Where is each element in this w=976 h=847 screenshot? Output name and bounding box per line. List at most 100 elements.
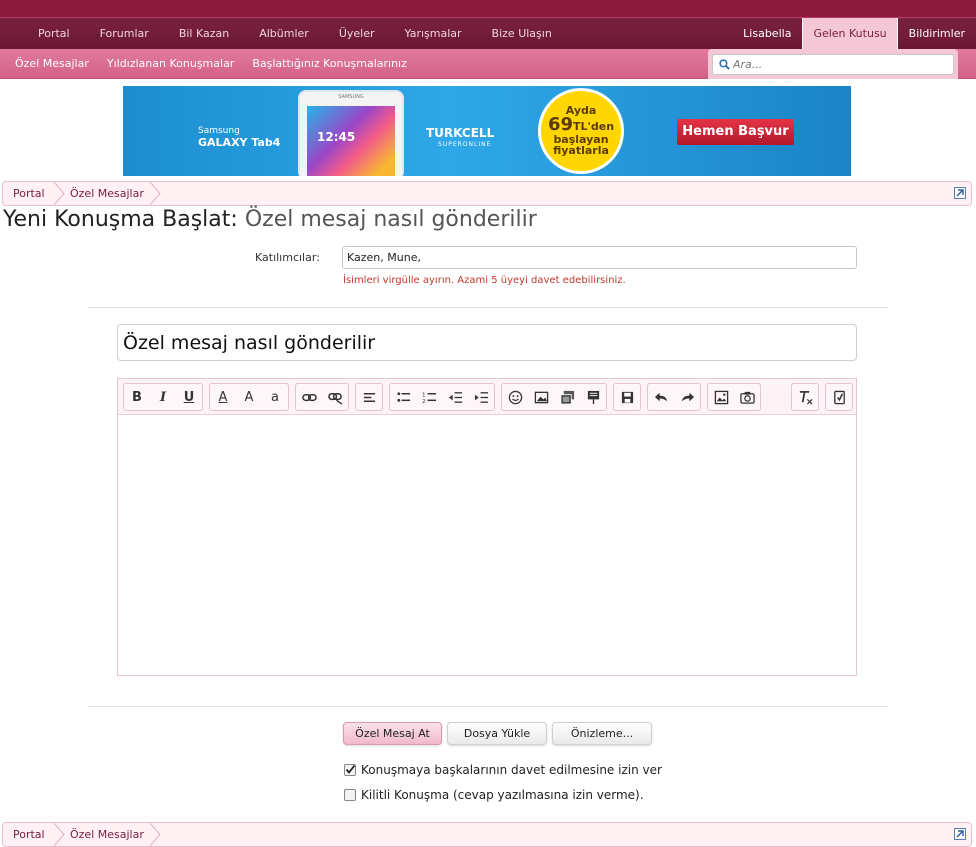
font-family-button[interactable]: a: [262, 384, 288, 410]
allow-invite-checkbox[interactable]: [344, 764, 356, 776]
remove-format-button[interactable]: [792, 384, 818, 410]
operator-name: TURKCELL: [426, 126, 495, 140]
banner-brand-line2: GALAXY Tab4: [198, 136, 281, 149]
tablet-label: SAMSUNG: [338, 94, 364, 100]
indent-button[interactable]: [468, 384, 494, 410]
nav-tab-members[interactable]: Üyeler: [324, 18, 390, 50]
participants-input[interactable]: [342, 246, 857, 269]
promo-line4: fiyatlarla: [553, 144, 609, 157]
lock-conversation-option[interactable]: Kilitli Konuşma (cevap yazılmasına izin …: [344, 788, 644, 802]
save-draft-button[interactable]: [614, 384, 640, 410]
user-menu[interactable]: Lisabella: [732, 18, 802, 50]
tablet-image: SAMSUNG 12:45: [298, 90, 404, 176]
nav-tab-portal[interactable]: Portal: [23, 18, 85, 50]
code-button[interactable]: [580, 384, 606, 410]
unlink-button[interactable]: [322, 384, 348, 410]
indent-icon: [474, 391, 488, 403]
font-size-button[interactable]: A: [236, 384, 262, 410]
source-mode-button[interactable]: [826, 384, 852, 410]
nav-tab-contests[interactable]: Yarışmalar: [390, 18, 477, 50]
form-actions: Özel Mesaj At Dosya Yükle Önizleme...: [343, 722, 657, 745]
editor-toolbar: B I U A A a 12: [118, 379, 856, 415]
gallery-icon: [714, 390, 728, 404]
divider: [88, 706, 888, 707]
toolbar-group-insert: [501, 383, 607, 411]
undo-button[interactable]: [648, 384, 674, 410]
nav-tab-forums[interactable]: Forumlar: [85, 18, 164, 50]
jump-to-icon[interactable]: [954, 187, 966, 199]
subnav-started-conversations[interactable]: Başlattığınız Konuşmalarınız: [243, 49, 416, 78]
allow-invite-option[interactable]: Konuşmaya başkalarının davet edilmesine …: [344, 763, 662, 777]
banner-brand-line1: Samsung: [198, 126, 240, 136]
underline-button[interactable]: U: [176, 384, 202, 410]
inbox-tab[interactable]: Gelen Kutusu: [802, 18, 898, 50]
send-message-button[interactable]: Özel Mesaj At: [343, 722, 442, 745]
toggle-source-icon: [833, 390, 845, 404]
unlink-icon: [327, 392, 342, 405]
toolbar-group-history: [647, 383, 701, 411]
banner-operator: TURKCELL SUPERONLINE: [426, 126, 495, 150]
nav-tab-quiz[interactable]: Bil Kazan: [164, 18, 244, 50]
banner-cta-button[interactable]: Hemen Başvur: [677, 119, 794, 145]
lock-conversation-label: Kilitli Konuşma (cevap yazılmasına izin …: [361, 788, 644, 802]
italic-button[interactable]: I: [150, 384, 176, 410]
tablet-screen: 12:45: [307, 106, 395, 176]
preview-button[interactable]: Önizleme...: [552, 722, 652, 745]
svg-text:1: 1: [422, 392, 426, 398]
page-title-main: Yeni Konuşma Başlat:: [3, 207, 238, 232]
media-button[interactable]: [554, 384, 580, 410]
outdent-icon: [448, 391, 462, 403]
message-body[interactable]: [124, 423, 850, 668]
promo-badge: Ayda 69TL'den başlayan fiyatlarla: [538, 88, 624, 174]
allow-invite-label: Konuşmaya başkalarının davet edilmesine …: [361, 763, 662, 777]
nav-tab-contact[interactable]: Bize Ulaşın: [477, 18, 567, 50]
toolbar-group-style: B I U: [123, 383, 203, 411]
banner-brand: Samsung GALAXY Tab4: [198, 126, 280, 150]
image-icon: [534, 391, 548, 403]
numbered-list-icon: 12: [422, 392, 436, 405]
font-color-button[interactable]: A: [210, 384, 236, 410]
divider: [88, 307, 888, 308]
jump-to-icon[interactable]: [954, 828, 966, 840]
link-button[interactable]: [296, 384, 322, 410]
advertisement-banner[interactable]: Samsung GALAXY Tab4 SAMSUNG 12:45 TURKCE…: [123, 86, 851, 176]
toolbar-group-source: [825, 383, 853, 411]
toolbar-group-align: [355, 383, 383, 411]
page-title-subject: Özel mesaj nasıl gönderilir: [244, 207, 537, 232]
breadcrumb-private-messages[interactable]: Özel Mesajlar: [70, 823, 144, 846]
breadcrumb-portal[interactable]: Portal: [13, 182, 45, 205]
bullet-list-button[interactable]: [390, 384, 416, 410]
subnav-private-messages[interactable]: Özel Mesajlar: [6, 49, 98, 78]
breadcrumb-portal[interactable]: Portal: [13, 823, 45, 846]
nav-tab-albums[interactable]: Albümler: [244, 18, 324, 50]
upload-file-button[interactable]: Dosya Yükle: [447, 722, 547, 745]
breadcrumb-separator-icon: [53, 823, 65, 846]
search-box: [712, 54, 954, 75]
outdent-button[interactable]: [442, 384, 468, 410]
checkmark-icon: [345, 764, 356, 774]
alerts-tab[interactable]: Bildirimler: [898, 18, 976, 50]
align-button[interactable]: [356, 384, 382, 410]
smilie-button[interactable]: [502, 384, 528, 410]
subject-input[interactable]: [117, 324, 857, 361]
photo-button[interactable]: [734, 384, 760, 410]
numbered-list-button[interactable]: 12: [416, 384, 442, 410]
breadcrumb-separator-icon: [149, 182, 161, 205]
toolbar-group-gallery: [707, 383, 761, 411]
promo-suffix: TL'den: [573, 120, 615, 133]
redo-button[interactable]: [674, 384, 700, 410]
subnav-starred-conversations[interactable]: Yıldızlanan Konuşmalar: [98, 49, 243, 78]
toolbar-group-link: [295, 383, 349, 411]
redo-icon: [681, 392, 694, 401]
save-icon: [621, 391, 633, 403]
search-area: [708, 49, 958, 79]
participants-hint: İsimleri virgülle ayırın. Azami 5 üyeyi …: [343, 275, 626, 286]
bold-button[interactable]: B: [124, 384, 150, 410]
breadcrumb-private-messages[interactable]: Özel Mesajlar: [70, 182, 144, 205]
image-button[interactable]: [528, 384, 554, 410]
gallery-button[interactable]: [708, 384, 734, 410]
camera-icon: [739, 391, 755, 404]
page-title: Yeni Konuşma Başlat: Özel mesaj nasıl gö…: [3, 207, 537, 232]
search-input[interactable]: [733, 57, 948, 72]
lock-conversation-checkbox[interactable]: [344, 789, 356, 801]
